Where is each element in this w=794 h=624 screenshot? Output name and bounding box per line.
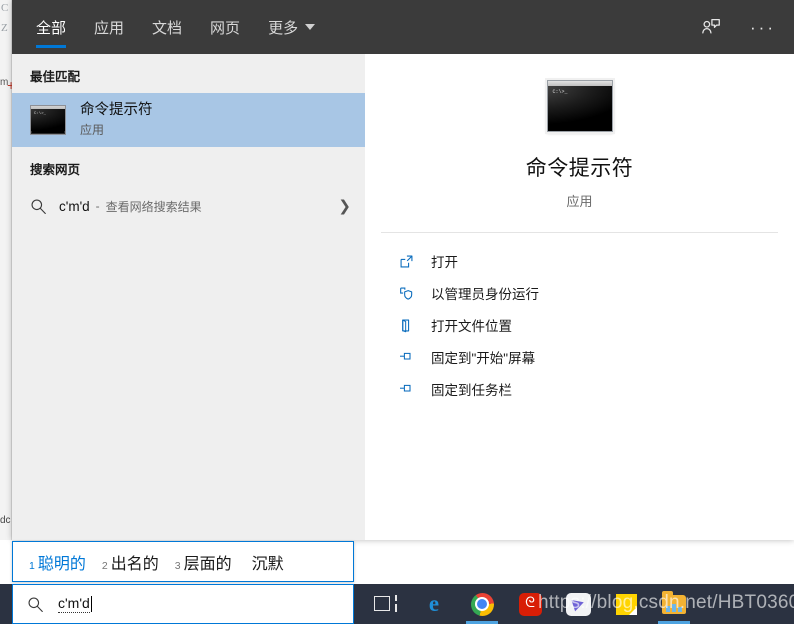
search-icon: [27, 596, 44, 613]
action-pin-to-start-label: 固定到"开始"屏幕: [431, 351, 536, 366]
chrome-button[interactable]: [458, 584, 506, 624]
command-prompt-icon: C:\>_: [546, 80, 613, 132]
paper-plane-icon: [565, 592, 591, 616]
search-tabs: 全部 应用 文档 网页 更多: [12, 0, 329, 54]
tab-apps-label: 应用: [94, 19, 125, 37]
ime-candidate-1[interactable]: 1 聪明的: [29, 550, 86, 574]
action-open-file-location[interactable]: 打开文件位置: [395, 309, 794, 341]
ime-candidate-bar: 1 聪明的 2 出名的 3 层面的 沉默: [12, 541, 354, 582]
web-search-header: 搜索网页: [30, 163, 81, 177]
background-glyph-z: Z: [1, 22, 8, 34]
edge-icon: e: [428, 591, 440, 616]
tab-more[interactable]: 更多: [254, 0, 329, 54]
action-pin-to-start[interactable]: 固定到"开始"屏幕: [395, 341, 794, 373]
action-pin-to-taskbar-label: 固定到任务栏: [431, 383, 512, 398]
result-item-subtitle: 应用: [80, 123, 105, 137]
best-match-header: 最佳匹配: [30, 70, 81, 84]
ime-candidate-3[interactable]: 3 层面的: [175, 550, 232, 574]
action-open[interactable]: 打开: [395, 245, 794, 277]
tab-all[interactable]: 全部: [22, 0, 80, 54]
tabbar-actions: ···: [696, 0, 794, 54]
feedback-button[interactable]: [696, 12, 726, 42]
folder-open-icon: [395, 318, 417, 333]
action-open-label: 打开: [431, 255, 458, 270]
task-view-button[interactable]: [362, 584, 410, 624]
person-feedback-icon: [702, 19, 720, 34]
open-window-icon: [395, 254, 417, 269]
tab-all-label: 全部: [36, 19, 67, 37]
search-icon: [30, 198, 47, 215]
search-flyout-panel: 全部 应用 文档 网页 更多 ··· 最佳匹配 C:\>_ 命令提示符 应用 搜…: [12, 0, 794, 540]
folder-icon: [662, 590, 686, 614]
netease-music-icon: ᘓ: [518, 592, 542, 616]
tab-active-underline: [36, 45, 67, 48]
edge-button[interactable]: e: [410, 584, 458, 624]
ellipsis-icon: ···: [750, 17, 776, 37]
shield-icon: [395, 286, 417, 301]
taskbar-items: e ᘓ: [362, 584, 698, 624]
ime-candidate-4-text: 沉默: [251, 555, 284, 573]
sticky-notes-button[interactable]: [602, 584, 650, 624]
search-input-box[interactable]: c'm'd: [12, 584, 354, 624]
chrome-icon: [470, 592, 494, 616]
ime-candidate-1-number: 1: [29, 559, 35, 572]
pin-icon: [395, 381, 417, 397]
ime-candidate-2[interactable]: 2 出名的: [102, 550, 159, 574]
tab-web-label: 网页: [210, 19, 241, 37]
result-item-text: 命令提示符 应用: [80, 101, 153, 139]
chevron-right-icon: ❯: [338, 197, 351, 215]
tab-apps[interactable]: 应用: [80, 0, 138, 54]
text-caret: [90, 596, 92, 612]
chevron-down-icon: [305, 24, 316, 30]
app-action-list: 打开 以管理员身份运行 打开文件位置 固定到"开始"屏幕 固定到任务栏: [365, 233, 794, 405]
action-open-file-location-label: 打开文件位置: [431, 319, 512, 334]
more-options-button[interactable]: ···: [748, 12, 778, 42]
search-results-column: 最佳匹配 C:\>_ 命令提示符 应用 搜索网页 c'm'd - 查看网络搜索结…: [12, 54, 365, 540]
netease-music-button[interactable]: ᘓ: [506, 584, 554, 624]
tab-documents[interactable]: 文档: [138, 0, 196, 54]
search-panel-body: 最佳匹配 C:\>_ 命令提示符 应用 搜索网页 c'm'd - 查看网络搜索结…: [12, 54, 794, 540]
web-search-dash: -: [95, 199, 100, 213]
sticky-note-icon: [615, 593, 637, 615]
web-search-query: c'm'd: [59, 198, 90, 214]
pin-icon: [395, 349, 417, 365]
action-run-as-admin[interactable]: 以管理员身份运行: [395, 277, 794, 309]
tab-web[interactable]: 网页: [196, 0, 254, 54]
app-detail-hero: C:\>_ 命令提示符 应用: [381, 54, 778, 233]
background-glyph-dc: dc: [0, 515, 11, 526]
ime-candidate-3-text: 层面的: [183, 555, 232, 573]
action-pin-to-taskbar[interactable]: 固定到任务栏: [395, 373, 794, 405]
result-item-title: 命令提示符: [80, 102, 153, 118]
background-glyph-c: C: [1, 2, 9, 14]
action-run-as-admin-label: 以管理员身份运行: [431, 287, 539, 302]
ime-candidate-3-number: 3: [174, 559, 181, 572]
search-input-value[interactable]: c'm'd: [58, 595, 90, 613]
tab-documents-label: 文档: [152, 19, 183, 37]
web-search-description: 查看网络搜索结果: [105, 199, 202, 214]
task-view-icon: [374, 595, 398, 613]
app-detail-title: 命令提示符: [525, 157, 634, 180]
tab-more-label: 更多: [268, 19, 299, 37]
ime-candidate-2-number: 2: [101, 559, 108, 572]
mail-app-button[interactable]: [554, 584, 602, 624]
app-detail-subtitle: 应用: [566, 194, 593, 209]
ime-candidate-1-text: 聪明的: [37, 555, 86, 573]
app-detail-column: C:\>_ 命令提示符 应用 打开 以管理员身份运行 打开文件位置 固定到"开始…: [365, 54, 794, 540]
command-prompt-icon: C:\>_: [30, 105, 66, 135]
search-tabbar: 全部 应用 文档 网页 更多 ···: [12, 0, 794, 54]
web-search-item[interactable]: c'm'd - 查看网络搜索结果 ❯: [12, 186, 365, 226]
file-explorer-button[interactable]: [650, 584, 698, 624]
result-item-command-prompt[interactable]: C:\>_ 命令提示符 应用: [12, 93, 365, 147]
ime-candidate-4[interactable]: 沉默: [252, 550, 284, 574]
ime-candidate-2-text: 出名的: [110, 555, 159, 573]
